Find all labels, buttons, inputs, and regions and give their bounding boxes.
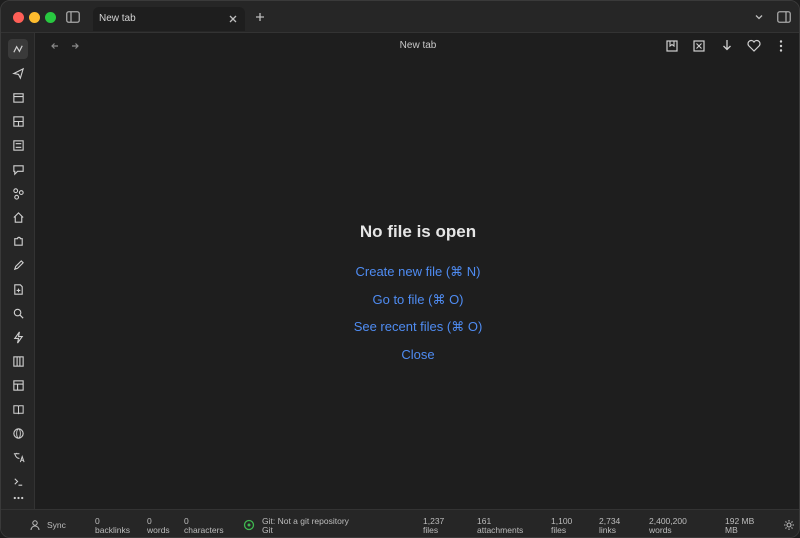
- settings-gear-icon[interactable]: [783, 519, 795, 531]
- git-status-text: Git: Not a git repository: [262, 516, 349, 526]
- view-title: New tab: [399, 40, 437, 51]
- empty-state-title: No file is open: [359, 222, 477, 241]
- bolt-icon[interactable]: [8, 327, 28, 347]
- vault-size: 192 MB MB: [725, 517, 754, 535]
- word-count: 0 words: [147, 517, 170, 535]
- switcher-icon[interactable]: [8, 39, 28, 59]
- attachments-count: 161 attachments: [477, 517, 523, 535]
- new-tab-icon[interactable]: [253, 10, 267, 24]
- more-options-icon[interactable]: [773, 38, 789, 54]
- vault-stat-a-label: files: [551, 525, 567, 535]
- right-sidebar-toggle-icon[interactable]: [776, 9, 792, 25]
- globe-icon[interactable]: [8, 423, 28, 443]
- view-header: New tab: [35, 33, 799, 59]
- vault-stat-b: 2,734 links: [599, 517, 620, 535]
- sync-label[interactable]: Sync: [47, 521, 66, 530]
- sync-icon[interactable]: [29, 519, 41, 531]
- empty-state: No file is open Create new file (⌘ N) Go…: [35, 59, 799, 509]
- download-icon[interactable]: [719, 38, 735, 54]
- more-icon[interactable]: [8, 491, 28, 505]
- create-new-file-link[interactable]: Create new file (⌘ N): [35, 264, 799, 280]
- backlinks-count: 0 backlinks: [95, 517, 130, 535]
- app-window: New tab New tab No file is open Create n…: [0, 0, 800, 538]
- status-bar: Sync 0 backlinks 0 words 0 characters Git: …: [1, 509, 799, 537]
- vault-stat-a: 1,100 files: [551, 517, 572, 535]
- terminal-icon[interactable]: [8, 471, 28, 491]
- tab-new-tab[interactable]: New tab: [93, 7, 245, 31]
- git-status[interactable]: Git: Not a git repository Git: [262, 517, 349, 535]
- file-plus-icon[interactable]: [8, 279, 28, 299]
- kanban-icon[interactable]: [8, 351, 28, 371]
- layout-icon[interactable]: [8, 111, 28, 131]
- files-label: files: [423, 525, 439, 535]
- translate-icon[interactable]: [8, 447, 28, 467]
- vault-stat-b-label: links: [599, 525, 617, 535]
- characters-label: characters: [184, 525, 224, 535]
- attachments-label: attachments: [477, 525, 524, 535]
- vault-stat-c-label: words: [649, 525, 672, 535]
- zoom-window-button[interactable]: [45, 12, 56, 23]
- table-icon[interactable]: [8, 375, 28, 395]
- words-label: words: [147, 525, 170, 535]
- book-icon[interactable]: [8, 399, 28, 419]
- expand-icon[interactable]: [691, 38, 707, 54]
- template-icon[interactable]: [8, 135, 28, 155]
- files-count: 1,237 files: [423, 517, 444, 535]
- minimize-window-button[interactable]: [29, 12, 40, 23]
- left-ribbon: [1, 33, 35, 509]
- tab-title: New tab: [99, 13, 136, 24]
- go-to-file-link[interactable]: Go to file (⌘ O): [35, 292, 799, 308]
- character-count: 0 characters: [184, 517, 224, 535]
- close-window-button[interactable]: [13, 12, 24, 23]
- git-status-icon[interactable]: [243, 519, 255, 531]
- chevron-down-icon[interactable]: [751, 9, 767, 25]
- pen-icon[interactable]: [8, 255, 28, 275]
- git-status-sub: Git: [262, 525, 273, 535]
- vault-stat-c: 2,400,200 words: [649, 517, 687, 535]
- search-icon[interactable]: [8, 303, 28, 323]
- send-icon[interactable]: [8, 63, 28, 83]
- chat-icon[interactable]: [8, 159, 28, 179]
- calendar-icon[interactable]: [8, 87, 28, 107]
- sidebar-toggle-icon[interactable]: [65, 9, 81, 25]
- close-link[interactable]: Close: [35, 347, 799, 362]
- vault-size-label: MB: [725, 525, 738, 535]
- graph-icon[interactable]: [8, 183, 28, 203]
- close-icon[interactable]: [227, 12, 239, 24]
- bookmark-icon[interactable]: [664, 38, 680, 54]
- title-bar: New tab: [1, 1, 799, 33]
- puzzle-icon[interactable]: [8, 231, 28, 251]
- heart-icon[interactable]: [746, 38, 762, 54]
- backlinks-label: backlinks: [95, 525, 130, 535]
- home-icon[interactable]: [8, 207, 28, 227]
- recent-files-link[interactable]: See recent files (⌘ O): [35, 319, 799, 335]
